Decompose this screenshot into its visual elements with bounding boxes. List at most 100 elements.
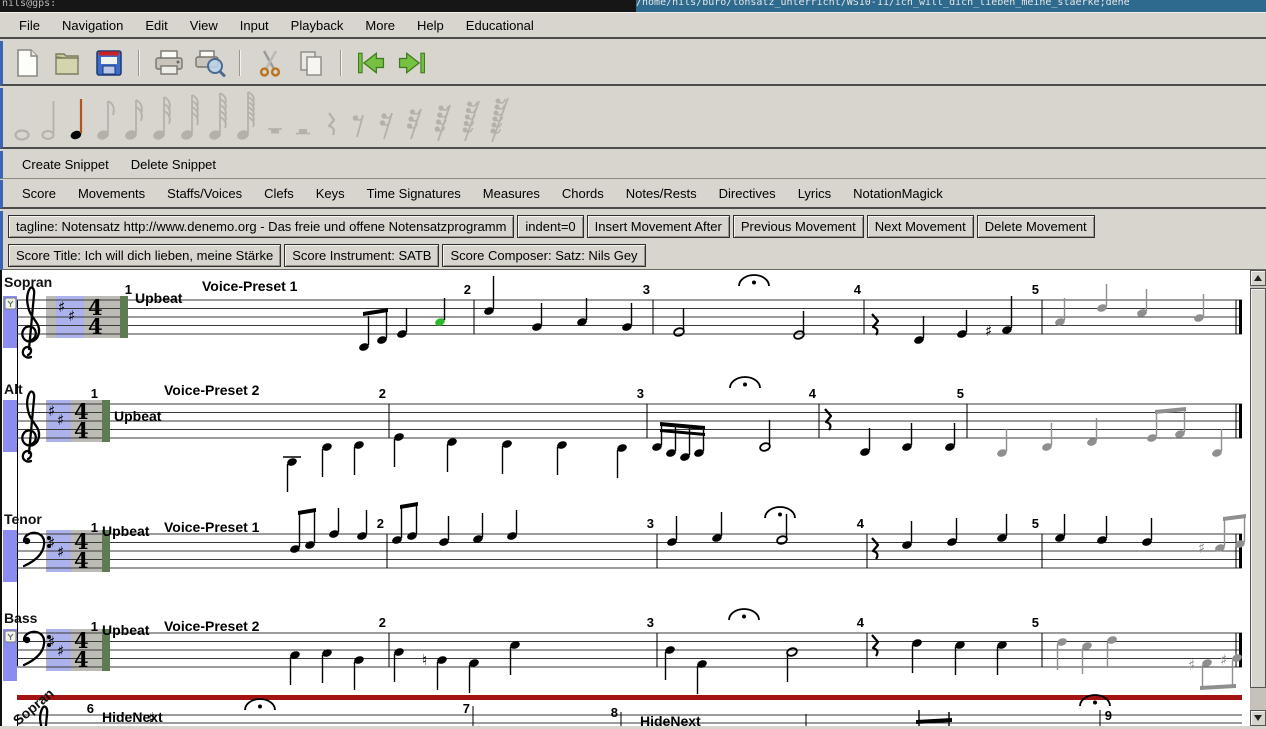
menu-view[interactable]: View xyxy=(179,18,229,33)
menu-staffs-voices[interactable]: Staffs/Voices xyxy=(156,186,253,201)
open-folder-icon[interactable] xyxy=(52,47,84,79)
fermata-icon[interactable] xyxy=(729,609,759,620)
staff-sopran[interactable]: Sopran ♯ ♯ 4 4 1 Upbeat Voice-Preset 1 2… xyxy=(3,274,1242,358)
create-snippet-button[interactable]: Create Snippet xyxy=(11,157,120,172)
notes-bass[interactable]: ♮ ♯ ♯ xyxy=(289,609,1243,694)
menu-score[interactable]: Score xyxy=(11,186,67,201)
menu-chords[interactable]: Chords xyxy=(551,186,615,201)
staff-selector-tenor[interactable] xyxy=(3,530,17,582)
score-instrument-button[interactable]: Score Instrument: SATB xyxy=(284,244,439,267)
notes-sopran[interactable]: ♯ xyxy=(358,275,1205,352)
menu-help[interactable]: Help xyxy=(406,18,455,33)
quarter-rest[interactable] xyxy=(872,538,878,559)
one-twenty-eighth-note-icon[interactable] xyxy=(205,89,233,147)
score-canvas[interactable]: Sopran ♯ ♯ 4 4 1 Upbeat Voice-Preset 1 2… xyxy=(0,270,1250,726)
menu-movements[interactable]: Movements xyxy=(67,186,156,201)
insert-movement-after-button[interactable]: Insert Movement After xyxy=(587,215,730,238)
menu-notationmagick[interactable]: NotationMagick xyxy=(842,186,954,201)
whole-note-icon[interactable] xyxy=(9,89,37,147)
scroll-down-button[interactable] xyxy=(1250,710,1266,726)
voice-preset-directive[interactable]: Voice-Preset 1 xyxy=(202,278,298,294)
time-signature-bottom[interactable]: 4 xyxy=(88,314,103,339)
next-movement-button[interactable]: Next Movement xyxy=(867,215,974,238)
staff-tenor[interactable]: Tenor ♯ ♯ 4 4 1 Upbeat Voice-Preset 1 2 … xyxy=(3,502,1246,582)
menu-navigation[interactable]: Navigation xyxy=(51,18,134,33)
menu-measures[interactable]: Measures xyxy=(472,186,551,201)
tagline-button[interactable]: tagline: Notensatz http://www.denemo.org… xyxy=(8,215,514,238)
menu-playback[interactable]: Playback xyxy=(280,18,355,33)
half-rest-icon[interactable] xyxy=(289,89,317,147)
new-document-icon[interactable] xyxy=(11,47,43,79)
one-twenty-eighth-rest-icon[interactable] xyxy=(457,89,485,147)
fermata-icon[interactable] xyxy=(765,507,795,518)
menu-lyrics[interactable]: Lyrics xyxy=(787,186,842,201)
sixty-fourth-rest-icon[interactable] xyxy=(429,89,457,147)
copy-icon[interactable] xyxy=(295,47,327,79)
quarter-rest[interactable] xyxy=(872,635,878,656)
quarter-rest-icon[interactable] xyxy=(317,89,345,147)
score-composer-button[interactable]: Score Composer: Satz: Nils Gey xyxy=(442,244,645,267)
delete-movement-button[interactable]: Delete Movement xyxy=(977,215,1095,238)
scroll-up-button[interactable] xyxy=(1250,270,1266,286)
two-fifty-sixth-note-icon[interactable] xyxy=(233,89,261,147)
upbeat-directive[interactable]: Upbeat xyxy=(135,290,183,306)
fermata-icon[interactable] xyxy=(730,377,760,388)
thirty-second-rest-icon[interactable] xyxy=(401,89,429,147)
half-note-icon[interactable] xyxy=(37,89,65,147)
menu-notes-rests[interactable]: Notes/Rests xyxy=(615,186,708,201)
delete-snippet-button[interactable]: Delete Snippet xyxy=(120,157,227,172)
second-system[interactable]: Sopran ♯ 6 HideNext 7 8 HideNext 9 xyxy=(10,685,1242,726)
hidenext-directive[interactable]: HideNext xyxy=(102,709,163,725)
score-svg[interactable]: Sopran ♯ ♯ 4 4 1 Upbeat Voice-Preset 1 2… xyxy=(2,270,1250,726)
menu-educational[interactable]: Educational xyxy=(455,18,545,33)
vertical-scrollbar[interactable] xyxy=(1250,270,1266,726)
staff-bass[interactable]: Bass ♯ ♯ 4 4 1 Upbeat Voice-Preset 2 2 3… xyxy=(3,609,1243,694)
staff-selector-alt[interactable] xyxy=(3,400,17,452)
scrollbar-thumb[interactable] xyxy=(1250,288,1266,688)
two-fifty-sixth-rest-icon[interactable] xyxy=(485,89,513,147)
navigate-forward-icon[interactable] xyxy=(396,47,428,79)
upbeat-directive[interactable]: Upbeat xyxy=(102,622,150,638)
hidenext-directive[interactable]: HideNext xyxy=(640,713,701,726)
indent-button[interactable]: indent=0 xyxy=(517,215,583,238)
staff-audio-icon[interactable] xyxy=(5,631,16,642)
time-signature-bottom[interactable]: 4 xyxy=(74,548,89,573)
notes-tenor[interactable]: ♯ xyxy=(289,502,1246,559)
upbeat-directive[interactable]: Upbeat xyxy=(114,408,162,424)
whole-rest-icon[interactable] xyxy=(261,89,289,147)
notes-alt[interactable] xyxy=(283,377,1223,492)
sixteenth-note-icon[interactable] xyxy=(121,89,149,147)
sixteenth-rest-icon[interactable] xyxy=(373,89,401,147)
upbeat-directive[interactable]: Upbeat xyxy=(102,523,150,539)
menu-clefs[interactable]: Clefs xyxy=(253,186,305,201)
sixty-fourth-note-icon[interactable] xyxy=(177,89,205,147)
fermata-icon[interactable] xyxy=(245,699,275,710)
previous-movement-button[interactable]: Previous Movement xyxy=(733,215,864,238)
fermata-icon[interactable] xyxy=(739,275,769,286)
print-icon[interactable] xyxy=(153,47,185,79)
voice-preset-directive[interactable]: Voice-Preset 2 xyxy=(164,618,260,634)
score-title-button[interactable]: Score Title: Ich will dich lieben, meine… xyxy=(8,244,281,267)
menu-edit[interactable]: Edit xyxy=(134,18,178,33)
time-signature-bottom[interactable]: 4 xyxy=(74,647,89,672)
snippet-bar: Create Snippet Delete Snippet xyxy=(0,151,1266,179)
menu-more[interactable]: More xyxy=(354,18,406,33)
menu-input[interactable]: Input xyxy=(229,18,280,33)
cut-icon[interactable] xyxy=(254,47,286,79)
time-signature-bottom[interactable]: 4 xyxy=(74,418,89,443)
save-icon[interactable] xyxy=(93,47,125,79)
voice-preset-directive[interactable]: Voice-Preset 2 xyxy=(164,382,260,398)
staff-audio-icon[interactable] xyxy=(5,298,16,309)
menu-directives[interactable]: Directives xyxy=(708,186,787,201)
menu-time-signatures[interactable]: Time Signatures xyxy=(356,186,472,201)
quarter-note-icon-selected[interactable] xyxy=(65,89,93,147)
staff-alt[interactable]: Alt ♯ ♯ 4 4 1 Upbeat Voice-Preset 2 2 3 … xyxy=(3,377,1242,492)
navigate-back-icon[interactable] xyxy=(355,47,387,79)
print-preview-icon[interactable] xyxy=(194,47,226,79)
thirty-second-note-icon[interactable] xyxy=(149,89,177,147)
voice-preset-directive[interactable]: Voice-Preset 1 xyxy=(164,519,260,535)
eighth-note-icon[interactable] xyxy=(93,89,121,147)
menu-file[interactable]: File xyxy=(8,18,51,33)
menu-keys[interactable]: Keys xyxy=(305,186,356,201)
eighth-rest-icon[interactable] xyxy=(345,89,373,147)
